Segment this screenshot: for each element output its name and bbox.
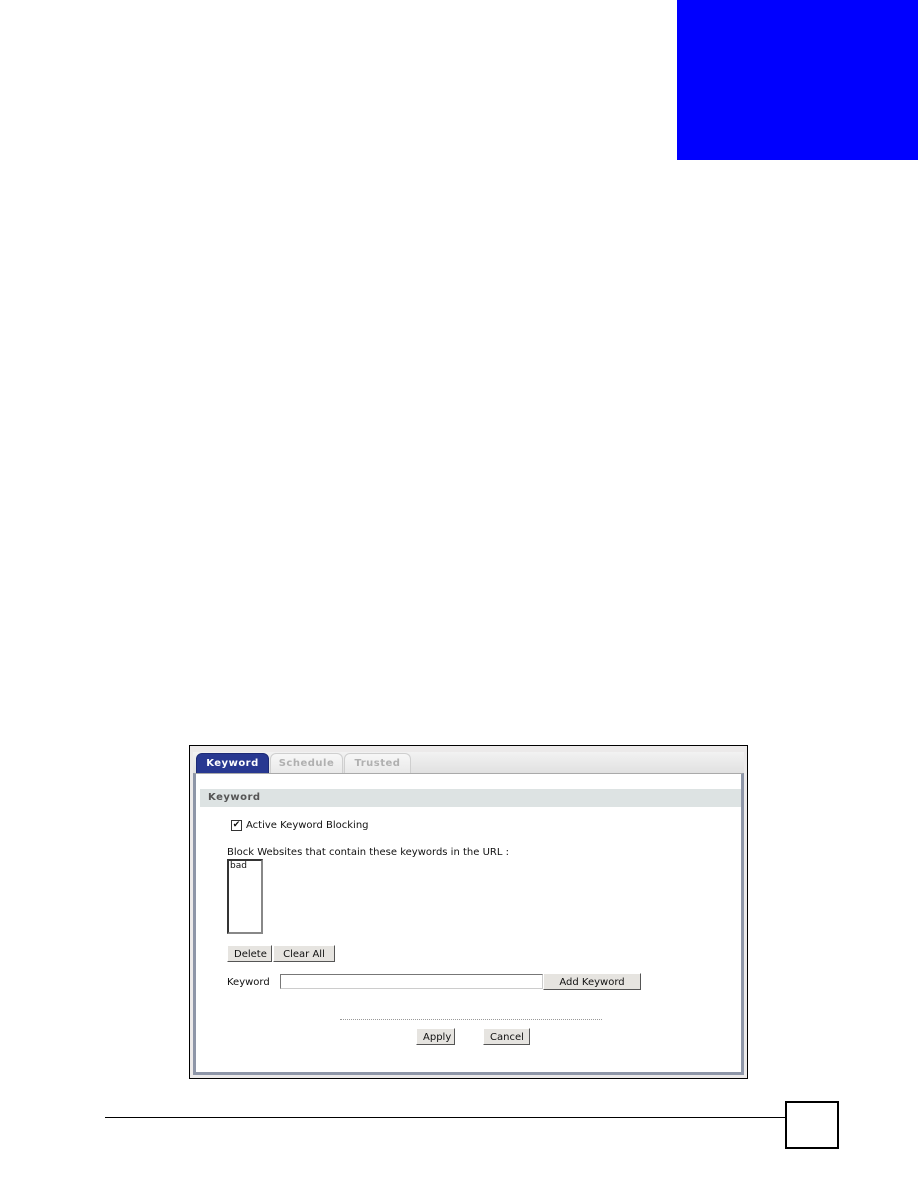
keyword-input[interactable]: [280, 974, 543, 989]
active-keyword-blocking-label: Active Keyword Blocking: [246, 820, 369, 831]
cancel-button[interactable]: Cancel: [483, 1028, 530, 1045]
footer-rule: [105, 1117, 785, 1118]
delete-button[interactable]: Delete: [227, 945, 272, 962]
section-title: Keyword: [200, 789, 741, 807]
tab-trusted[interactable]: Trusted: [344, 753, 411, 774]
keyword-list[interactable]: bad: [227, 859, 263, 934]
add-keyword-button[interactable]: Add Keyword: [543, 973, 641, 990]
apply-button[interactable]: Apply: [416, 1028, 455, 1045]
tab-schedule[interactable]: Schedule: [270, 753, 343, 774]
keyword-field-label: Keyword: [227, 977, 270, 988]
keyword-list-label: Block Websites that contain these keywor…: [227, 847, 509, 858]
keyword-panel: Keyword ✔ Active Keyword Blocking Block …: [193, 773, 744, 1075]
tab-bar: Keyword Schedule Trusted: [193, 752, 744, 774]
keyword-screen-figure: Keyword Schedule Trusted Keyword ✔ Activ…: [189, 745, 748, 1079]
chapter-title-block: [677, 0, 918, 160]
active-keyword-blocking-row: ✔ Active Keyword Blocking: [231, 820, 369, 831]
active-keyword-blocking-checkbox[interactable]: ✔: [231, 820, 242, 831]
keyword-list-item[interactable]: bad: [230, 861, 261, 871]
separator: [340, 1019, 602, 1020]
page-number-box: [785, 1101, 839, 1149]
clear-all-button[interactable]: Clear All: [273, 945, 335, 962]
tab-keyword[interactable]: Keyword: [196, 753, 269, 774]
